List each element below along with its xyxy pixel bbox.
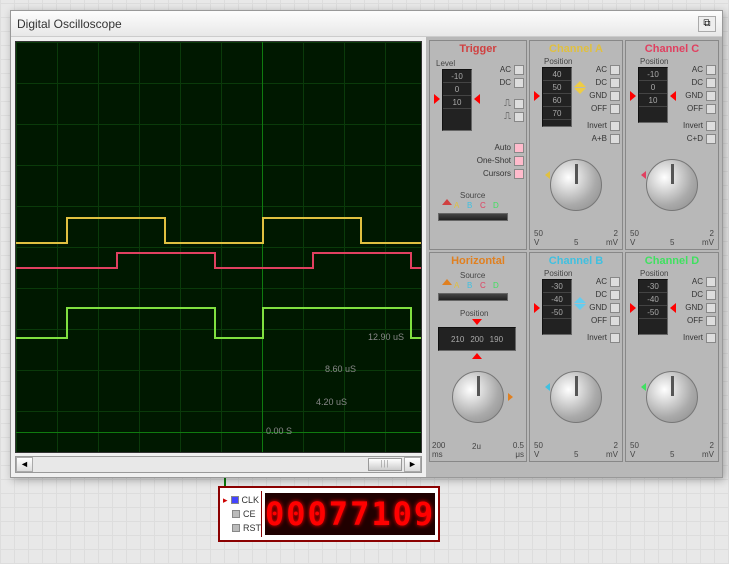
close-button[interactable]: ⧉ xyxy=(698,16,716,32)
ch-c-position-slider[interactable]: -10 0 10 xyxy=(638,67,668,123)
ch-a-invert[interactable] xyxy=(610,121,620,131)
ch-d-gnd[interactable] xyxy=(706,303,716,313)
time-label-1: 4.20 uS xyxy=(316,397,347,407)
ch-a-position-slider[interactable]: 40 50 60 70 xyxy=(542,67,572,127)
ch-d-gain-knob[interactable] xyxy=(646,371,698,423)
ch-b-knob-marker xyxy=(545,383,550,391)
titlebar[interactable]: Digital Oscilloscope ⧉ xyxy=(11,11,722,37)
ch-c-knob-marker xyxy=(641,171,646,179)
trigger-level-slider[interactable]: -10 0 10 xyxy=(442,69,472,131)
ch-c-cplusd[interactable] xyxy=(706,134,716,144)
control-panels: Trigger Level -10 0 10 AC DC ⎍ ⎍ Auto xyxy=(426,37,722,477)
trigger-level-label: Level xyxy=(436,59,455,68)
trigger-title: Trigger xyxy=(430,41,526,57)
ch-b-pos-stepper[interactable] xyxy=(574,297,588,310)
scope-area: document.write(Array.from({length:11},(_… xyxy=(11,37,426,477)
clk-pin[interactable] xyxy=(231,496,239,504)
time-label-0: 0.00 S xyxy=(266,426,292,436)
ch-a-gain-knob[interactable] xyxy=(550,159,602,211)
time-label-2: 8.60 uS xyxy=(325,364,356,374)
trigger-panel: Trigger Level -10 0 10 AC DC ⎍ ⎍ Auto xyxy=(429,40,527,250)
ch-b-ac[interactable] xyxy=(610,277,620,287)
ch-d-ac[interactable] xyxy=(706,277,716,287)
ch-b-title: Channel B xyxy=(530,253,622,269)
horizontal-position-slider[interactable]: 210 200 190 xyxy=(438,327,516,351)
trigger-marker-right xyxy=(474,94,480,104)
trigger-source-slider[interactable] xyxy=(438,213,508,221)
scroll-track[interactable]: ||| xyxy=(33,457,404,472)
ch-a-off[interactable] xyxy=(610,104,620,114)
channel-c-panel: Channel C Position -10 0 10 AC DC GND OF… xyxy=(625,40,719,250)
counter-pins: ▸CLK CE RST xyxy=(223,491,262,537)
scroll-left-button[interactable]: ◄ xyxy=(16,457,33,472)
ch-c-gnd[interactable] xyxy=(706,91,716,101)
ce-pin[interactable] xyxy=(232,510,240,518)
ch-c-off[interactable] xyxy=(706,104,716,114)
rst-pin[interactable] xyxy=(232,524,240,532)
trace-c xyxy=(16,267,116,269)
trace-d xyxy=(16,337,66,339)
trigger-dc-toggle[interactable] xyxy=(514,78,524,88)
ch-d-off[interactable] xyxy=(706,316,716,326)
scroll-right-button[interactable]: ► xyxy=(404,457,421,472)
baseline-axis xyxy=(16,432,421,433)
ch-b-dc[interactable] xyxy=(610,290,620,300)
ch-a-aplusb[interactable] xyxy=(610,134,620,144)
channel-b-panel: Channel B Position -30 -40 -50 AC DC GND… xyxy=(529,252,623,462)
scope-screen[interactable]: document.write(Array.from({length:11},(_… xyxy=(15,41,422,453)
trigger-fall-toggle[interactable] xyxy=(514,112,524,122)
ch-d-knob-marker xyxy=(641,383,646,391)
channel-a-panel: Channel A Position 40 50 60 70 AC DC GND xyxy=(529,40,623,250)
time-label-3: 12.90 uS xyxy=(368,332,404,342)
horizontal-panel: Horizontal Source A B C D Position 210 2… xyxy=(429,252,527,462)
ch-c-ac[interactable] xyxy=(706,65,716,75)
ch-a-ac[interactable] xyxy=(610,65,620,75)
trigger-oneshot-toggle[interactable] xyxy=(514,156,524,166)
ch-a-pos-stepper[interactable] xyxy=(574,81,588,94)
center-v-axis xyxy=(262,42,263,452)
trace-a xyxy=(16,242,66,244)
oscilloscope-window: Digital Oscilloscope ⧉ document.write(Ar… xyxy=(10,10,723,478)
ch-d-invert[interactable] xyxy=(706,333,716,343)
horizontal-scrollbar[interactable]: ◄ ||| ► xyxy=(15,456,422,473)
ch-b-gnd[interactable] xyxy=(610,303,620,313)
ch-c-title: Channel C xyxy=(626,41,718,57)
ch-a-dc[interactable] xyxy=(610,78,620,88)
arrow-icon: ▸ xyxy=(223,495,228,506)
scroll-thumb[interactable]: ||| xyxy=(368,458,402,471)
ch-b-invert[interactable] xyxy=(610,333,620,343)
horizontal-title: Horizontal xyxy=(430,253,526,269)
ch-b-off[interactable] xyxy=(610,316,620,326)
counter-display: 00077109 xyxy=(265,493,435,535)
ch-d-position-slider[interactable]: -30 -40 -50 xyxy=(638,279,668,335)
trigger-rise-toggle[interactable] xyxy=(514,99,524,109)
ch-d-title: Channel D xyxy=(626,253,718,269)
ch-c-invert[interactable] xyxy=(706,121,716,131)
channel-d-panel: Channel D Position -30 -40 -50 AC DC GND… xyxy=(625,252,719,462)
ch-a-knob-marker xyxy=(545,171,550,179)
ch-b-position-slider[interactable]: -30 -40 -50 xyxy=(542,279,572,335)
trigger-source-label: Source xyxy=(460,191,485,200)
ch-b-gain-knob[interactable] xyxy=(550,371,602,423)
ch-a-gnd[interactable] xyxy=(610,91,620,101)
trigger-cursors-toggle[interactable] xyxy=(514,169,524,179)
horizontal-source-slider[interactable] xyxy=(438,293,508,301)
horizontal-knob-marker xyxy=(508,393,513,401)
ch-d-dc[interactable] xyxy=(706,290,716,300)
trigger-marker-left xyxy=(434,94,440,104)
counter-component[interactable]: ▸CLK CE RST 00077109 xyxy=(218,486,440,542)
trigger-auto-toggle[interactable] xyxy=(514,143,524,153)
horizontal-timebase-knob[interactable] xyxy=(452,371,504,423)
trigger-ac-toggle[interactable] xyxy=(514,65,524,75)
window-title: Digital Oscilloscope xyxy=(17,17,122,31)
ch-c-dc[interactable] xyxy=(706,78,716,88)
ch-c-gain-knob[interactable] xyxy=(646,159,698,211)
ch-a-title: Channel A xyxy=(530,41,622,57)
